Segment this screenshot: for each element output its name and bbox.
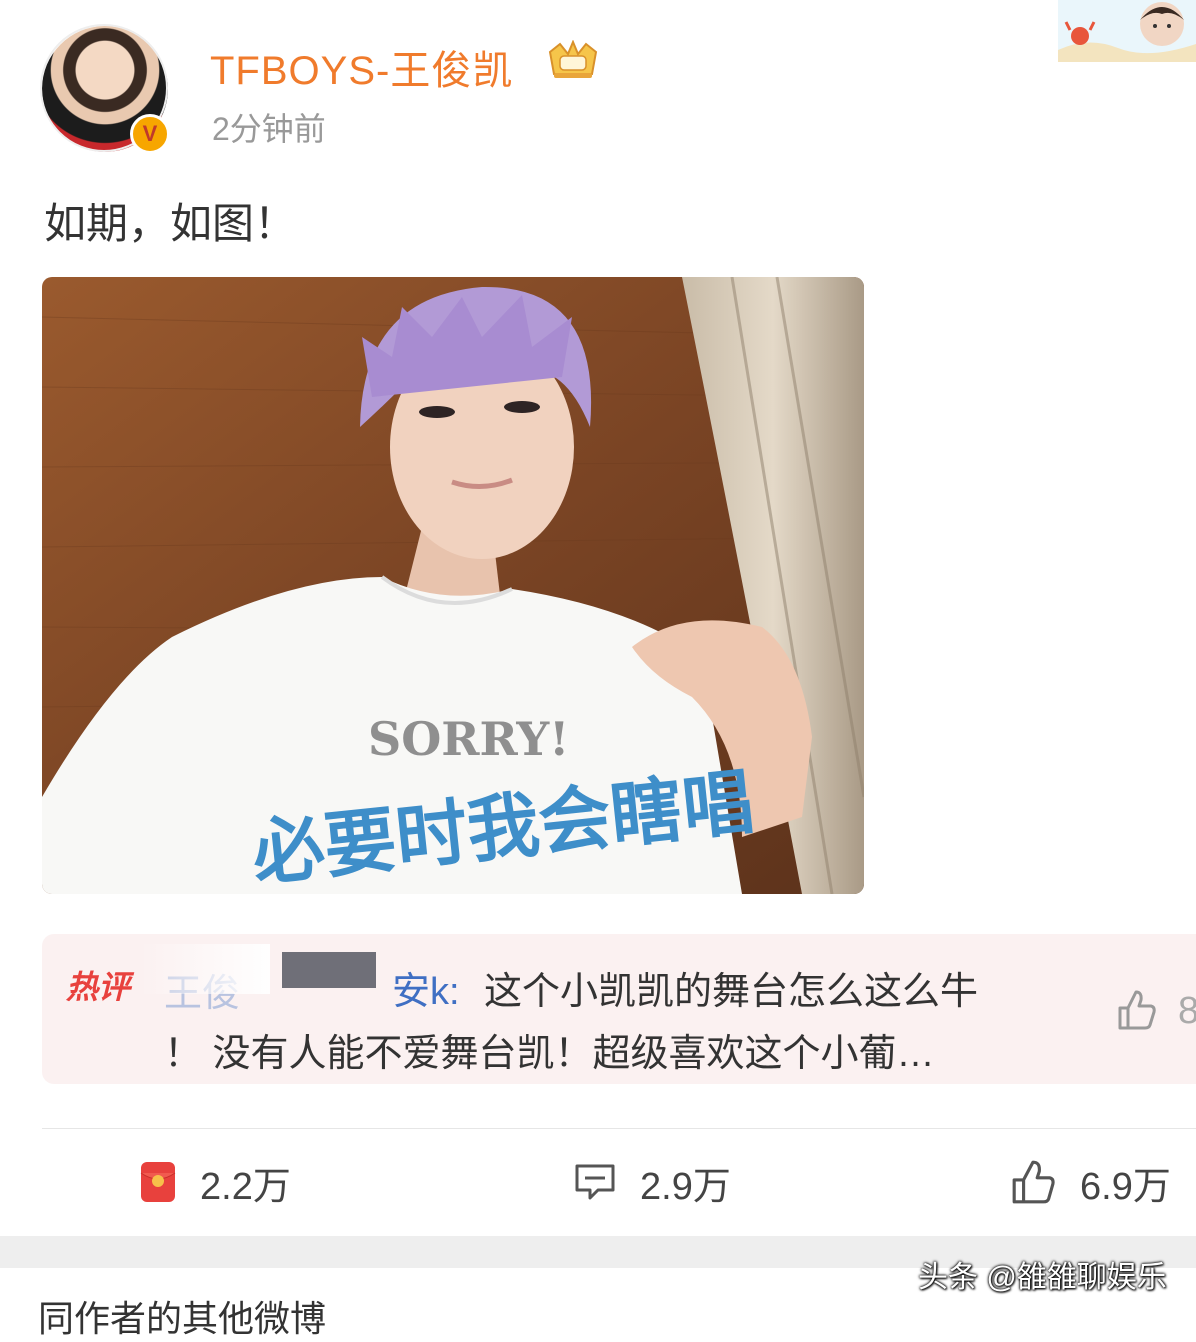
repost-count: 2.2万 <box>200 1165 291 1208</box>
card-decoration-icon <box>1058 0 1196 62</box>
thumbs-up-icon <box>1012 1160 1055 1204</box>
comment-like-icon[interactable] <box>1114 988 1158 1032</box>
crown-badge-icon <box>548 40 598 78</box>
hot-comment-text-line1: 这个小凯凯的舞台怎么这么牛 <box>484 971 979 1013</box>
verified-badge-icon: V <box>130 114 170 154</box>
comment-like-count: 8 <box>1178 990 1196 1032</box>
post-timestamp: 2分钟前 <box>212 111 326 147</box>
divider <box>42 1128 1196 1129</box>
comment-count: 2.9万 <box>640 1165 731 1208</box>
hot-comment-text-line2: ！ 没有人能不爱舞台凯！超级喜欢这个小葡… <box>164 1033 935 1075</box>
post-photo[interactable]: SORRY! 必要时我会瞎唱 <box>42 277 864 894</box>
post-text: 如期，如图！ <box>44 200 297 247</box>
username[interactable]: TFBOYS-王俊凯 <box>210 38 513 96</box>
red-envelope-icon <box>140 1162 176 1202</box>
watermark: 头条 @雒雒聊娱乐 <box>918 1261 1167 1294</box>
more-posts-title: 同作者的其他微博 <box>38 1298 327 1339</box>
hot-comment-tag: 热评 <box>66 969 131 1005</box>
username-blur-mask <box>140 944 270 994</box>
hot-comment-user[interactable]: 安k: <box>392 960 460 1015</box>
comment-button[interactable]: 2.9万 <box>574 1152 731 1212</box>
repost-button[interactable]: 2.2万 <box>140 1152 291 1212</box>
shirt-text-en: SORRY! <box>368 712 569 766</box>
comment-icon <box>575 1164 615 1200</box>
username-mosaic-mask <box>282 952 376 988</box>
like-count: 6.9万 <box>1080 1165 1171 1208</box>
like-button[interactable]: 6.9万 <box>1010 1152 1171 1212</box>
